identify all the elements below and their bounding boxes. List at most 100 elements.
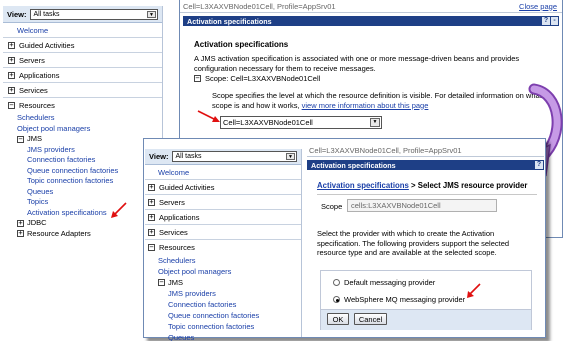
nav-jdbc[interactable]: + JDBC	[17, 218, 162, 229]
nav-jms[interactable]: − JMS	[158, 277, 301, 288]
nav-guided-activities[interactable]: + Guided Activities	[145, 180, 301, 195]
nav-schedulers[interactable]: Schedulers	[17, 113, 162, 124]
view-select-value: All tasks	[175, 153, 202, 160]
divider	[317, 194, 537, 195]
front-navigation-tree: View: All tasks ▼ Welcome + Guided Activi…	[145, 149, 302, 341]
red-arrow-icon	[111, 202, 127, 218]
minus-icon[interactable]: −	[158, 279, 165, 286]
view-label: View:	[7, 9, 27, 19]
nav-object-pool-managers[interactable]: Object pool managers	[158, 266, 301, 277]
page-heading: Activation specifications	[194, 40, 289, 49]
option-default-label: Default messaging provider	[344, 278, 436, 287]
nav-applications[interactable]: + Applications	[3, 68, 162, 83]
plus-icon[interactable]: +	[148, 213, 155, 221]
breadcrumb-current: > Select JMS resource provider	[411, 181, 528, 190]
nav-connection-factories[interactable]: Connection factories	[168, 299, 301, 310]
view-label: View:	[149, 152, 169, 161]
nav-jms-providers[interactable]: JMS providers	[27, 145, 162, 156]
view-filter-row: View: All tasks ▼	[3, 6, 162, 23]
nav-label: Applications	[19, 70, 60, 80]
plus-icon[interactable]: +	[8, 71, 15, 79]
minus-icon[interactable]: −	[8, 102, 15, 109]
plus-icon[interactable]: +	[8, 56, 15, 64]
help-icon[interactable]: ?	[542, 17, 550, 25]
nav-topic-connection-factories[interactable]: Topic connection factories	[168, 321, 301, 332]
plus-icon[interactable]: +	[148, 183, 155, 191]
nav-label: Resources	[159, 243, 195, 252]
nav-label: Servers	[19, 55, 45, 65]
nav-queue-connection-factories[interactable]: Queue connection factories	[27, 166, 162, 177]
nav-label: JDBC	[27, 218, 47, 227]
view-select[interactable]: All tasks ▼	[30, 8, 158, 20]
radio-default-provider[interactable]	[333, 279, 340, 286]
nav-label: Applications	[159, 212, 200, 222]
scope-help-link[interactable]: view more information about this page	[302, 101, 429, 110]
nav-queues[interactable]: Queues	[168, 332, 301, 341]
scope-select[interactable]: Cell=L3XAXVBNode01Cell ▼	[220, 116, 382, 129]
nav-label: Services	[19, 85, 48, 95]
scope-label: Scope	[321, 202, 343, 211]
minus-icon[interactable]: −	[17, 135, 24, 143]
nav-queue-connection-factories[interactable]: Queue connection factories	[168, 310, 301, 321]
panel-title-bar: Activation specifications ?	[307, 160, 544, 170]
scope-explanation: Scope specifies the level at which the r…	[212, 91, 556, 110]
nav-connection-factories[interactable]: Connection factories	[27, 155, 162, 166]
context-path: Cell=L3XAXVBNode01Cell, Profile=AppSrv01	[183, 1, 336, 11]
context-path: Cell=L3XAXVBNode01Cell, Profile=AppSrv01	[309, 145, 462, 155]
red-arrow-icon	[467, 283, 481, 298]
plus-icon[interactable]: +	[148, 228, 155, 236]
scope-section-header[interactable]: − Scope: Cell=L3XAXVBNode01Cell	[194, 74, 320, 83]
nav-resources[interactable]: − Resources	[3, 98, 162, 113]
nav-queues[interactable]: Queues	[27, 187, 162, 198]
nav-welcome[interactable]: Welcome	[17, 26, 48, 35]
back-navigation-tree: View: All tasks ▼ Welcome + Guided Activi…	[3, 6, 163, 241]
nav-schedulers[interactable]: Schedulers	[158, 255, 301, 266]
nav-jms[interactable]: − JMS	[17, 134, 162, 145]
nav-topics[interactable]: Topics	[27, 197, 162, 208]
help-icon[interactable]: ?	[535, 161, 543, 169]
breadcrumb-link[interactable]: Activation specifications	[317, 181, 409, 190]
radio-mq-provider[interactable]	[333, 296, 340, 303]
ok-button[interactable]: OK	[327, 313, 349, 325]
nav-label: JMS	[27, 134, 42, 143]
nav-guided-activities[interactable]: + Guided Activities	[3, 38, 162, 53]
plus-icon[interactable]: +	[8, 41, 15, 49]
nav-label: JMS	[168, 278, 183, 287]
nav-activation-specifications[interactable]: Activation specifications	[27, 208, 162, 219]
nav-resources[interactable]: − Resources	[145, 240, 301, 255]
plus-icon[interactable]: +	[17, 219, 24, 227]
button-bar	[321, 309, 531, 330]
nav-applications[interactable]: + Applications	[145, 210, 301, 225]
context-path-bar: Cell=L3XAXVBNode01Cell, Profile=AppSrv01	[307, 144, 544, 157]
panel-title: Activation specifications	[311, 160, 396, 170]
dropdown-icon[interactable]: ▼	[370, 118, 380, 127]
nav-services[interactable]: + Services	[3, 83, 162, 98]
nav-label: Guided Activities	[159, 182, 215, 192]
minimize-icon[interactable]: -	[551, 17, 558, 25]
context-path-bar: Cell=L3XAXVBNode01Cell, Profile=AppSrv01…	[180, 0, 562, 13]
cancel-button[interactable]: Cancel	[354, 313, 387, 325]
nav-servers[interactable]: + Servers	[3, 53, 162, 68]
plus-icon[interactable]: +	[8, 86, 15, 94]
nav-welcome[interactable]: Welcome	[158, 168, 189, 177]
close-page-link[interactable]: Close page	[519, 2, 557, 11]
scope-select-value: Cell=L3XAXVBNode01Cell	[223, 118, 313, 127]
dropdown-icon[interactable]: ▼	[147, 10, 156, 18]
plus-icon[interactable]: +	[148, 198, 155, 206]
provider-description: Select the provider with which to create…	[317, 229, 510, 257]
nav-object-pool-managers[interactable]: Object pool managers	[17, 124, 162, 135]
nav-servers[interactable]: + Servers	[145, 195, 301, 210]
plus-icon[interactable]: +	[17, 230, 24, 238]
minus-icon[interactable]: −	[194, 75, 201, 82]
nav-label: Servers	[159, 197, 185, 207]
nav-services[interactable]: + Services	[145, 225, 301, 240]
nav-label: Resources	[19, 101, 55, 110]
nav-topic-connection-factories[interactable]: Topic connection factories	[27, 176, 162, 187]
panel-title: Activation specifications	[187, 16, 272, 26]
view-select[interactable]: All tasks ▼	[172, 151, 297, 162]
nav-jms-providers[interactable]: JMS providers	[168, 288, 301, 299]
nav-resource-adapters[interactable]: + Resource Adapters	[17, 229, 162, 240]
dropdown-icon[interactable]: ▼	[286, 153, 295, 160]
nav-label: Services	[159, 227, 188, 237]
minus-icon[interactable]: −	[148, 244, 155, 251]
